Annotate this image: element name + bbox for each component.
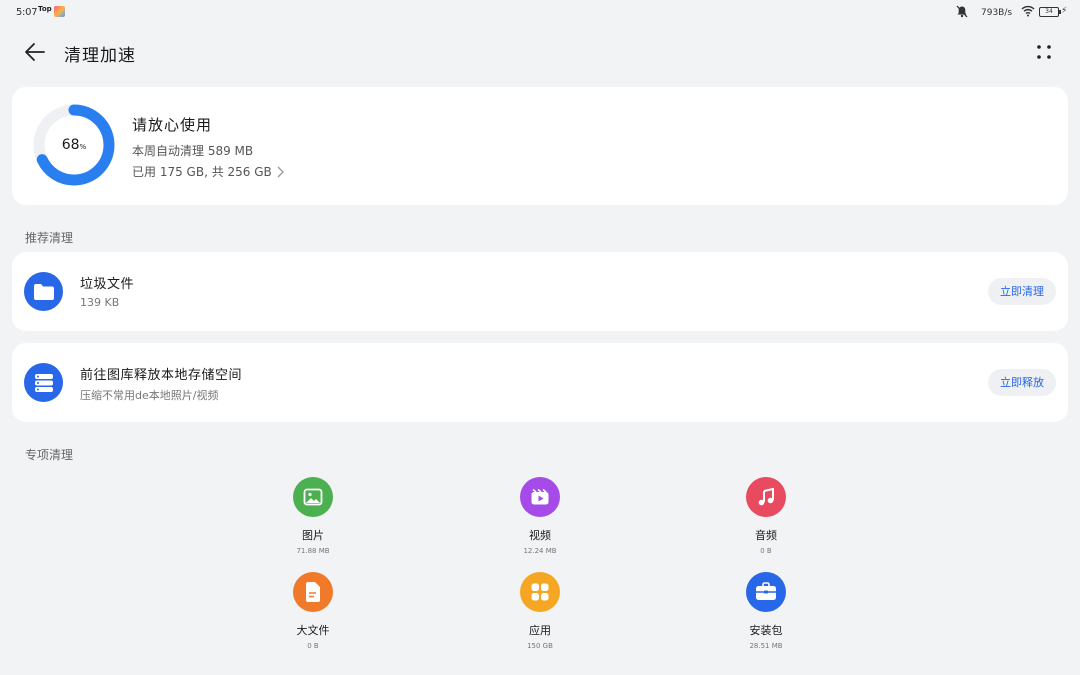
recommend-item-subtitle: 压缩不常用de本地照片/视频 — [80, 389, 219, 402]
battery-icon: 34 — [1039, 7, 1061, 17]
special-item-packages[interactable]: 安装包 28.51 MB — [706, 572, 826, 650]
apps-icon — [520, 572, 560, 612]
app-notification-icon — [54, 6, 65, 17]
recommend-item-title: 前往图库释放本地存储空间 — [80, 368, 243, 383]
special-item-label: 应用 — [529, 624, 551, 637]
recommend-item-gallery[interactable]: 前往图库释放本地存储空间 压缩不常用de本地照片/视频 立即释放 — [12, 343, 1068, 422]
storage-usage-text: 已用 175 GB, 共 256 GB — [132, 165, 272, 179]
special-item-label: 音频 — [755, 529, 777, 542]
special-item-videos[interactable]: 视频 12.24 MB — [480, 477, 600, 555]
special-item-label: 大文件 — [296, 624, 330, 637]
chevron-right-icon — [277, 166, 284, 177]
document-icon — [293, 572, 333, 612]
storage-status: 请放心使用 — [132, 116, 213, 134]
storage-usage-link[interactable]: 已用 175 GB, 共 256 GB — [132, 163, 284, 180]
package-icon — [746, 572, 786, 612]
more-options-button[interactable] — [1030, 38, 1058, 66]
clean-now-button[interactable]: 立即清理 — [988, 278, 1056, 305]
status-app-tag: Top — [38, 5, 52, 13]
section-title-special: 专项清理 — [25, 448, 74, 462]
recommend-item-junk-files[interactable]: 垃圾文件 139 KB 立即清理 — [12, 252, 1068, 331]
status-time: 5:07 — [16, 7, 38, 18]
app-header: 清理加速 — [0, 28, 1080, 76]
back-arrow-icon — [25, 43, 45, 61]
video-icon — [520, 477, 560, 517]
special-item-size: 71.88 MB — [296, 547, 330, 555]
storage-percent: 68% — [32, 103, 116, 187]
special-item-size: 150 GB — [527, 642, 553, 650]
section-title-recommend: 推荐清理 — [25, 231, 74, 245]
recommend-item-title: 垃圾文件 — [80, 277, 135, 292]
storage-summary-card: 68% 请放心使用 本周自动清理 589 MB 已用 175 GB, 共 256… — [12, 87, 1068, 205]
special-item-label: 图片 — [302, 529, 324, 542]
special-item-size: 0 B — [760, 547, 772, 555]
mute-bell-icon — [956, 5, 968, 21]
page-title: 清理加速 — [64, 46, 136, 66]
more-dots-icon — [1037, 45, 1051, 59]
special-item-size: 12.24 MB — [523, 547, 557, 555]
charging-icon: ⚡ — [1061, 6, 1068, 16]
recommend-item-subtitle: 139 KB — [80, 296, 120, 309]
music-icon — [746, 477, 786, 517]
wifi-icon — [1021, 5, 1035, 20]
special-item-size: 0 B — [307, 642, 319, 650]
special-item-audio[interactable]: 音频 0 B — [706, 477, 826, 555]
storage-percent-value: 68 — [61, 137, 80, 153]
status-net-speed: 793B/s — [981, 8, 1013, 18]
status-bar: 5:07 Top 793B/s 34 ⚡ — [0, 0, 1080, 24]
special-item-images[interactable]: 图片 71.88 MB — [253, 477, 373, 555]
release-now-button[interactable]: 立即释放 — [988, 369, 1056, 396]
auto-clean-info: 本周自动清理 589 MB — [132, 144, 254, 158]
special-item-label: 安装包 — [749, 624, 783, 637]
storage-percent-unit: % — [79, 143, 87, 151]
image-icon — [293, 477, 333, 517]
special-item-label: 视频 — [529, 529, 551, 542]
special-item-large-files[interactable]: 大文件 0 B — [253, 572, 373, 650]
back-button[interactable] — [22, 38, 50, 66]
folder-icon — [24, 272, 63, 311]
storage-icon — [24, 363, 63, 402]
special-item-size: 28.51 MB — [749, 642, 783, 650]
special-item-apps[interactable]: 应用 150 GB — [480, 572, 600, 650]
